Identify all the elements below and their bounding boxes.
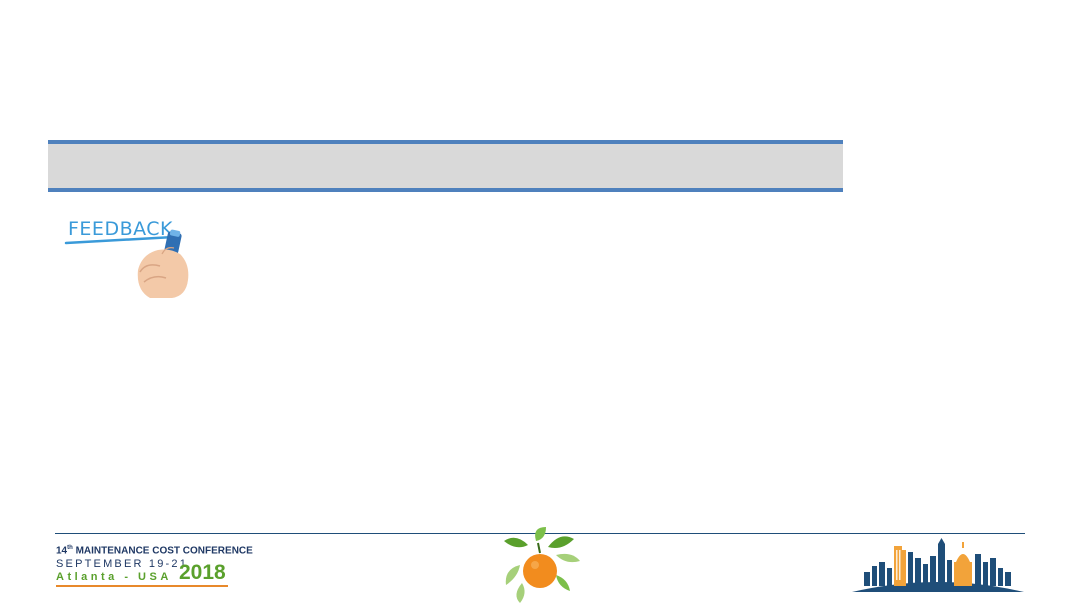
conference-name: 14th MAINTENANCE COST CONFERENCE: [56, 545, 253, 557]
conference-location: Atlanta - USA: [56, 571, 172, 583]
orange-fruit-logo-icon: [504, 527, 580, 603]
conference-dates: SEPTEMBER 19-21: [56, 558, 189, 570]
conference-year: 2018: [179, 561, 226, 584]
feedback-image: FEEDBACK: [62, 210, 198, 298]
conference-underline: [56, 585, 228, 587]
atlanta-skyline-logo-icon: [852, 538, 1024, 592]
conference-logo: 14th MAINTENANCE COST CONFERENCE SEPTEMB…: [56, 545, 253, 590]
hand-with-marker-icon: [64, 229, 189, 298]
slide-title-band: [48, 140, 843, 192]
